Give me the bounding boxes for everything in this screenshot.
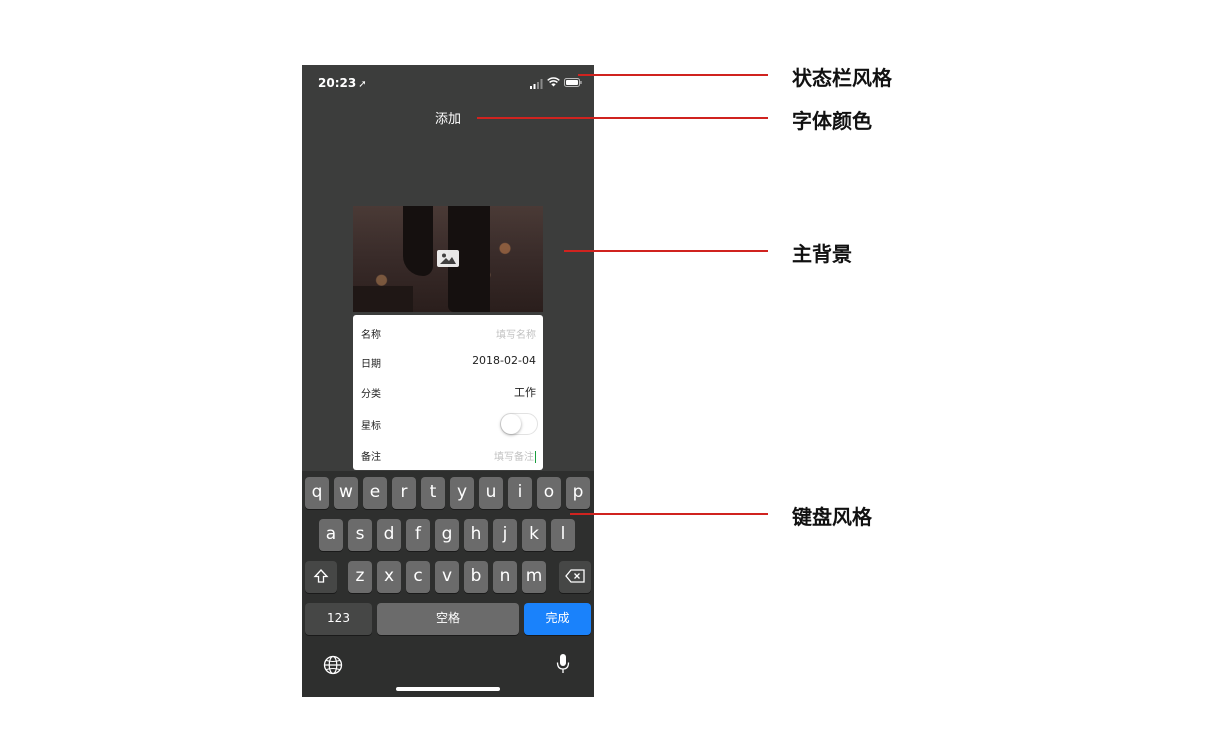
key-e[interactable]: e [363,477,387,509]
form-row-note[interactable]: 备注 填写备注 [353,439,543,469]
shift-icon [313,569,329,583]
cellular-signal-icon [530,79,543,89]
key-p[interactable]: p [566,477,590,509]
form-row-star: 星标 [353,408,543,438]
photo-silhouette [353,286,413,312]
annotation-line-status-bar [578,74,768,76]
key-l[interactable]: l [551,519,575,551]
key-a[interactable]: a [319,519,343,551]
key-m[interactable]: m [522,561,546,593]
key-u[interactable]: u [479,477,503,509]
key-d[interactable]: d [377,519,401,551]
key-s[interactable]: s [348,519,372,551]
location-arrow-icon: ➚ [358,79,367,90]
key-b[interactable]: b [464,561,488,593]
key-i[interactable]: i [508,477,532,509]
space-key[interactable]: 空格 [377,603,519,635]
date-label: 日期 [361,359,381,370]
annotation-keyboard-style: 键盘风格 [792,505,872,529]
text-cursor [535,451,536,463]
backspace-icon [565,569,585,583]
key-y[interactable]: y [450,477,474,509]
name-label: 名称 [361,330,381,341]
key-k[interactable]: k [522,519,546,551]
key-f[interactable]: f [406,519,430,551]
category-value[interactable]: 工作 [514,384,536,400]
star-label: 星标 [361,421,381,432]
status-time-text: 20:23 [318,76,357,90]
annotation-line-background [564,250,768,252]
key-z[interactable]: z [348,561,372,593]
key-n[interactable]: n [493,561,517,593]
category-label: 分类 [361,389,381,400]
form-row-name[interactable]: 名称 填写名称 [353,317,543,347]
done-key[interactable]: 完成 [524,603,591,635]
note-input[interactable]: 填写备注 [494,448,536,463]
phone-screen: 20:23 ➚ 添加 名称 填写名称 日期 2018-02-04 分类 工作 星… [302,65,594,697]
key-c[interactable]: c [406,561,430,593]
wifi-icon [547,77,560,87]
backspace-key[interactable] [559,561,591,593]
key-t[interactable]: t [421,477,445,509]
key-o[interactable]: o [537,477,561,509]
key-j[interactable]: j [493,519,517,551]
keyboard: q w e r t y u i o p a s d f g h j k l z … [302,471,594,697]
status-time: 20:23 ➚ [318,76,367,90]
microphone-icon[interactable] [556,653,570,675]
image-picker-icon[interactable] [437,250,459,267]
home-indicator[interactable] [396,687,500,691]
form-row-category[interactable]: 分类 工作 [353,376,543,406]
key-x[interactable]: x [377,561,401,593]
key-g[interactable]: g [435,519,459,551]
annotation-line-keyboard [570,513,768,515]
key-w[interactable]: w [334,477,358,509]
name-input[interactable]: 填写名称 [496,326,536,341]
annotation-font-color: 字体颜色 [792,109,872,133]
status-bar: 20:23 ➚ [302,65,594,101]
annotation-line-font-color [477,117,768,119]
date-value[interactable]: 2018-02-04 [472,354,536,367]
form-row-date[interactable]: 日期 2018-02-04 [353,346,543,376]
key-h[interactable]: h [464,519,488,551]
cover-photo[interactable] [353,206,543,312]
toggle-knob [501,414,521,434]
note-label: 备注 [361,452,381,463]
key-r[interactable]: r [392,477,416,509]
item-form: 名称 填写名称 日期 2018-02-04 分类 工作 星标 备注 填写备注 [353,315,543,470]
photo-silhouette [403,206,433,276]
shift-key[interactable] [305,561,337,593]
battery-icon [564,78,582,87]
key-q[interactable]: q [305,477,329,509]
note-placeholder: 填写备注 [494,452,534,463]
annotation-status-bar-style: 状态栏风格 [792,66,892,90]
key-v[interactable]: v [435,561,459,593]
globe-icon[interactable] [323,655,343,675]
numbers-key[interactable]: 123 [305,603,372,635]
star-toggle[interactable] [500,413,538,435]
annotation-main-background: 主背景 [792,242,852,266]
